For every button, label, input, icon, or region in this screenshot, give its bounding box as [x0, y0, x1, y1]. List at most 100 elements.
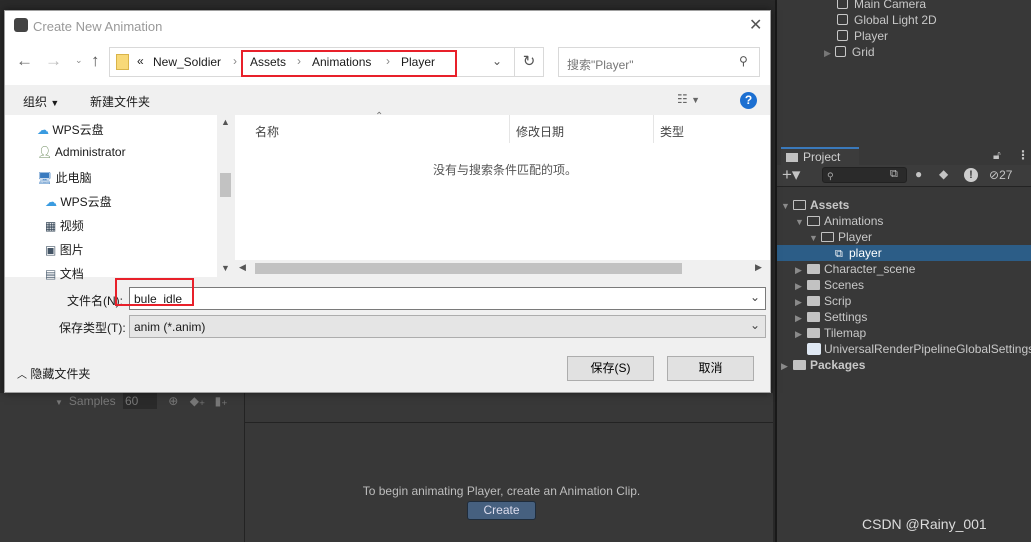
nav-item[interactable]: 👤︎ Administrator	[37, 145, 126, 159]
dropdown-icon[interactable]: ⌄	[750, 318, 760, 332]
tree-item[interactable]: UniversalRenderPipelineGlobalSettings	[807, 341, 1031, 357]
folder-icon	[793, 360, 806, 370]
scroll-left-icon[interactable]: ◀	[239, 262, 246, 273]
search-icon: ⚲	[827, 171, 834, 181]
expand-arrow-icon[interactable]: ▶	[781, 358, 793, 374]
expand-arrow-icon[interactable]: ▶	[795, 326, 807, 342]
help-icon[interactable]: ?	[740, 92, 757, 109]
tree-item[interactable]: ▶ Tilemap	[795, 325, 866, 341]
add-keyframe-icon[interactable]: ⊕	[168, 394, 178, 408]
item-label: Settings	[824, 310, 868, 324]
nav-item[interactable]: ☁ WPS云盘	[45, 193, 112, 210]
hierarchy-item[interactable]: ▶ Grid	[824, 44, 875, 60]
hierarchy-item[interactable]: Player	[837, 28, 888, 44]
scroll-thumb[interactable]	[220, 173, 231, 197]
nav-item[interactable]: ☁ WPS云盘	[37, 121, 104, 138]
tree-item-player-folder[interactable]: ▼ Player	[809, 229, 872, 245]
organize-menu[interactable]: 组织 ▼	[23, 93, 59, 110]
scroll-up-icon[interactable]: ▲	[221, 117, 230, 127]
tree-item-packages[interactable]: ▶ Packages	[781, 357, 865, 373]
cloud-icon: ☁	[45, 195, 57, 209]
hierarchy-item[interactable]: Main Camera	[837, 0, 926, 12]
add-icon[interactable]: +▾	[782, 165, 800, 185]
animation-properties-pane	[0, 393, 245, 542]
expand-arrow-icon[interactable]: ▼	[795, 214, 807, 230]
hidden-packages-icon[interactable]: ⊘27	[989, 168, 1012, 182]
create-clip-button[interactable]: Create	[467, 501, 536, 520]
tab-label: Project	[803, 150, 841, 164]
gameobject-icon	[837, 14, 848, 25]
add-marker-icon[interactable]: ▮₊	[215, 394, 228, 408]
expand-arrow-icon[interactable]: ▶	[795, 310, 807, 326]
forward-icon[interactable]: →	[45, 51, 62, 71]
hide-folders-label: 隐藏文件夹	[30, 367, 91, 381]
dropdown-icon[interactable]: ⌄	[750, 290, 760, 304]
back-icon[interactable]: ←	[16, 51, 33, 71]
empty-animation-message: To begin animating Player, create an Ani…	[362, 484, 641, 498]
nav-item[interactable]: ▦ 视频	[45, 217, 84, 234]
filename-input[interactable]: bule_idle ⌄	[129, 287, 766, 310]
tree-item-player-controller[interactable]: ⧉ player	[777, 245, 1031, 261]
animation-window: ▼ Samples 60 ⊕ ◆₊ ▮₊ To begin animating P…	[0, 393, 773, 542]
lock-icon[interactable]: 🔓︎	[993, 148, 1001, 163]
expand-arrow-icon[interactable]: ▶	[795, 278, 807, 294]
filter-by-label-icon[interactable]: ◆	[939, 167, 948, 181]
refresh-button[interactable]: ↻	[514, 47, 544, 77]
hierarchy-item[interactable]: Global Light 2D	[837, 12, 937, 28]
nav-scrollbar[interactable]: ▲ ▼	[217, 115, 234, 277]
expand-arrow-icon[interactable]: ▶	[795, 262, 807, 278]
nav-label: 此电脑	[55, 171, 92, 185]
dropdown-arrow-icon[interactable]: ▼	[55, 398, 63, 407]
tree-item[interactable]: ▶ Settings	[795, 309, 867, 325]
scroll-down-icon[interactable]: ▼	[221, 263, 230, 273]
filetype-value: anim (*.anim)	[134, 320, 206, 334]
horizontal-scrollbar[interactable]: ◀ ▶	[235, 260, 770, 277]
tree-item[interactable]: ▶ Scrip	[795, 293, 851, 309]
save-button[interactable]: 保存(S)	[567, 356, 654, 381]
hide-folders-toggle[interactable]: ︿ 隐藏文件夹	[17, 365, 90, 382]
document-icon: ▤	[45, 267, 57, 281]
warning-icon[interactable]: !	[964, 168, 978, 182]
breadcrumb-item[interactable]: New_Soldier	[153, 55, 221, 69]
up-icon[interactable]: ↑	[91, 51, 100, 71]
folder-icon	[807, 280, 820, 290]
video-icon: ▦	[45, 219, 57, 233]
expand-arrow-icon[interactable]: ▼	[809, 230, 821, 246]
scroll-thumb[interactable]	[255, 263, 682, 274]
save-file-dialog: Create New Animation ✕ ← → ⌄ ↑ « New_Sol…	[4, 10, 771, 393]
title-bar: Create New Animation ✕	[5, 11, 770, 41]
expand-arrow-icon[interactable]: ▶	[795, 294, 807, 310]
expand-arrow-icon[interactable]: ▼	[781, 198, 793, 214]
column-header-name[interactable]: 名称	[255, 123, 279, 140]
recent-dropdown-icon[interactable]: ⌄	[75, 55, 83, 66]
nav-label: WPS云盘	[52, 123, 104, 137]
samples-input[interactable]: 60	[122, 393, 157, 409]
filter-by-type-icon[interactable]: ●	[915, 167, 922, 181]
filetype-select[interactable]: anim (*.anim) ⌄	[129, 315, 766, 338]
overflow-chevron[interactable]: «	[137, 54, 144, 68]
tree-item[interactable]: ▶ Character_scene	[795, 261, 915, 277]
close-icon[interactable]: ✕	[749, 15, 762, 35]
cancel-button[interactable]: 取消	[667, 356, 754, 381]
filetype-label: 保存类型(T):	[59, 321, 126, 335]
add-event-icon[interactable]: ◆₊	[190, 394, 206, 408]
tree-item[interactable]: ▶ Scenes	[795, 277, 864, 293]
column-header-type[interactable]: 类型	[660, 123, 684, 140]
scroll-right-icon[interactable]: ▶	[755, 262, 762, 273]
nav-item[interactable]: ▣ 图片	[45, 241, 84, 258]
tree-item-assets[interactable]: ▼ Assets	[781, 197, 849, 213]
tab-project[interactable]: Project	[781, 147, 859, 166]
nav-item[interactable]: ▤ 文档	[45, 265, 84, 282]
search-window-icon[interactable]: ⧉	[890, 168, 898, 181]
tree-item-animations[interactable]: ▼ Animations	[795, 213, 883, 229]
new-folder-button[interactable]: 新建文件夹	[90, 93, 150, 110]
address-dropdown-icon[interactable]: ⌄	[492, 54, 502, 68]
nav-item[interactable]: 🖥︎ 此电脑	[37, 169, 92, 186]
more-menu-icon[interactable]: ⋮	[1017, 148, 1029, 162]
search-box[interactable]: 搜索"Player" ⚲	[558, 47, 760, 77]
item-label: Global Light 2D	[854, 13, 937, 27]
view-options-icon[interactable]: ☷ ▼	[677, 92, 700, 106]
expand-arrow-icon[interactable]: ▶	[824, 48, 831, 58]
column-header-date[interactable]: 修改日期	[516, 123, 564, 140]
folder-icon	[116, 54, 129, 70]
